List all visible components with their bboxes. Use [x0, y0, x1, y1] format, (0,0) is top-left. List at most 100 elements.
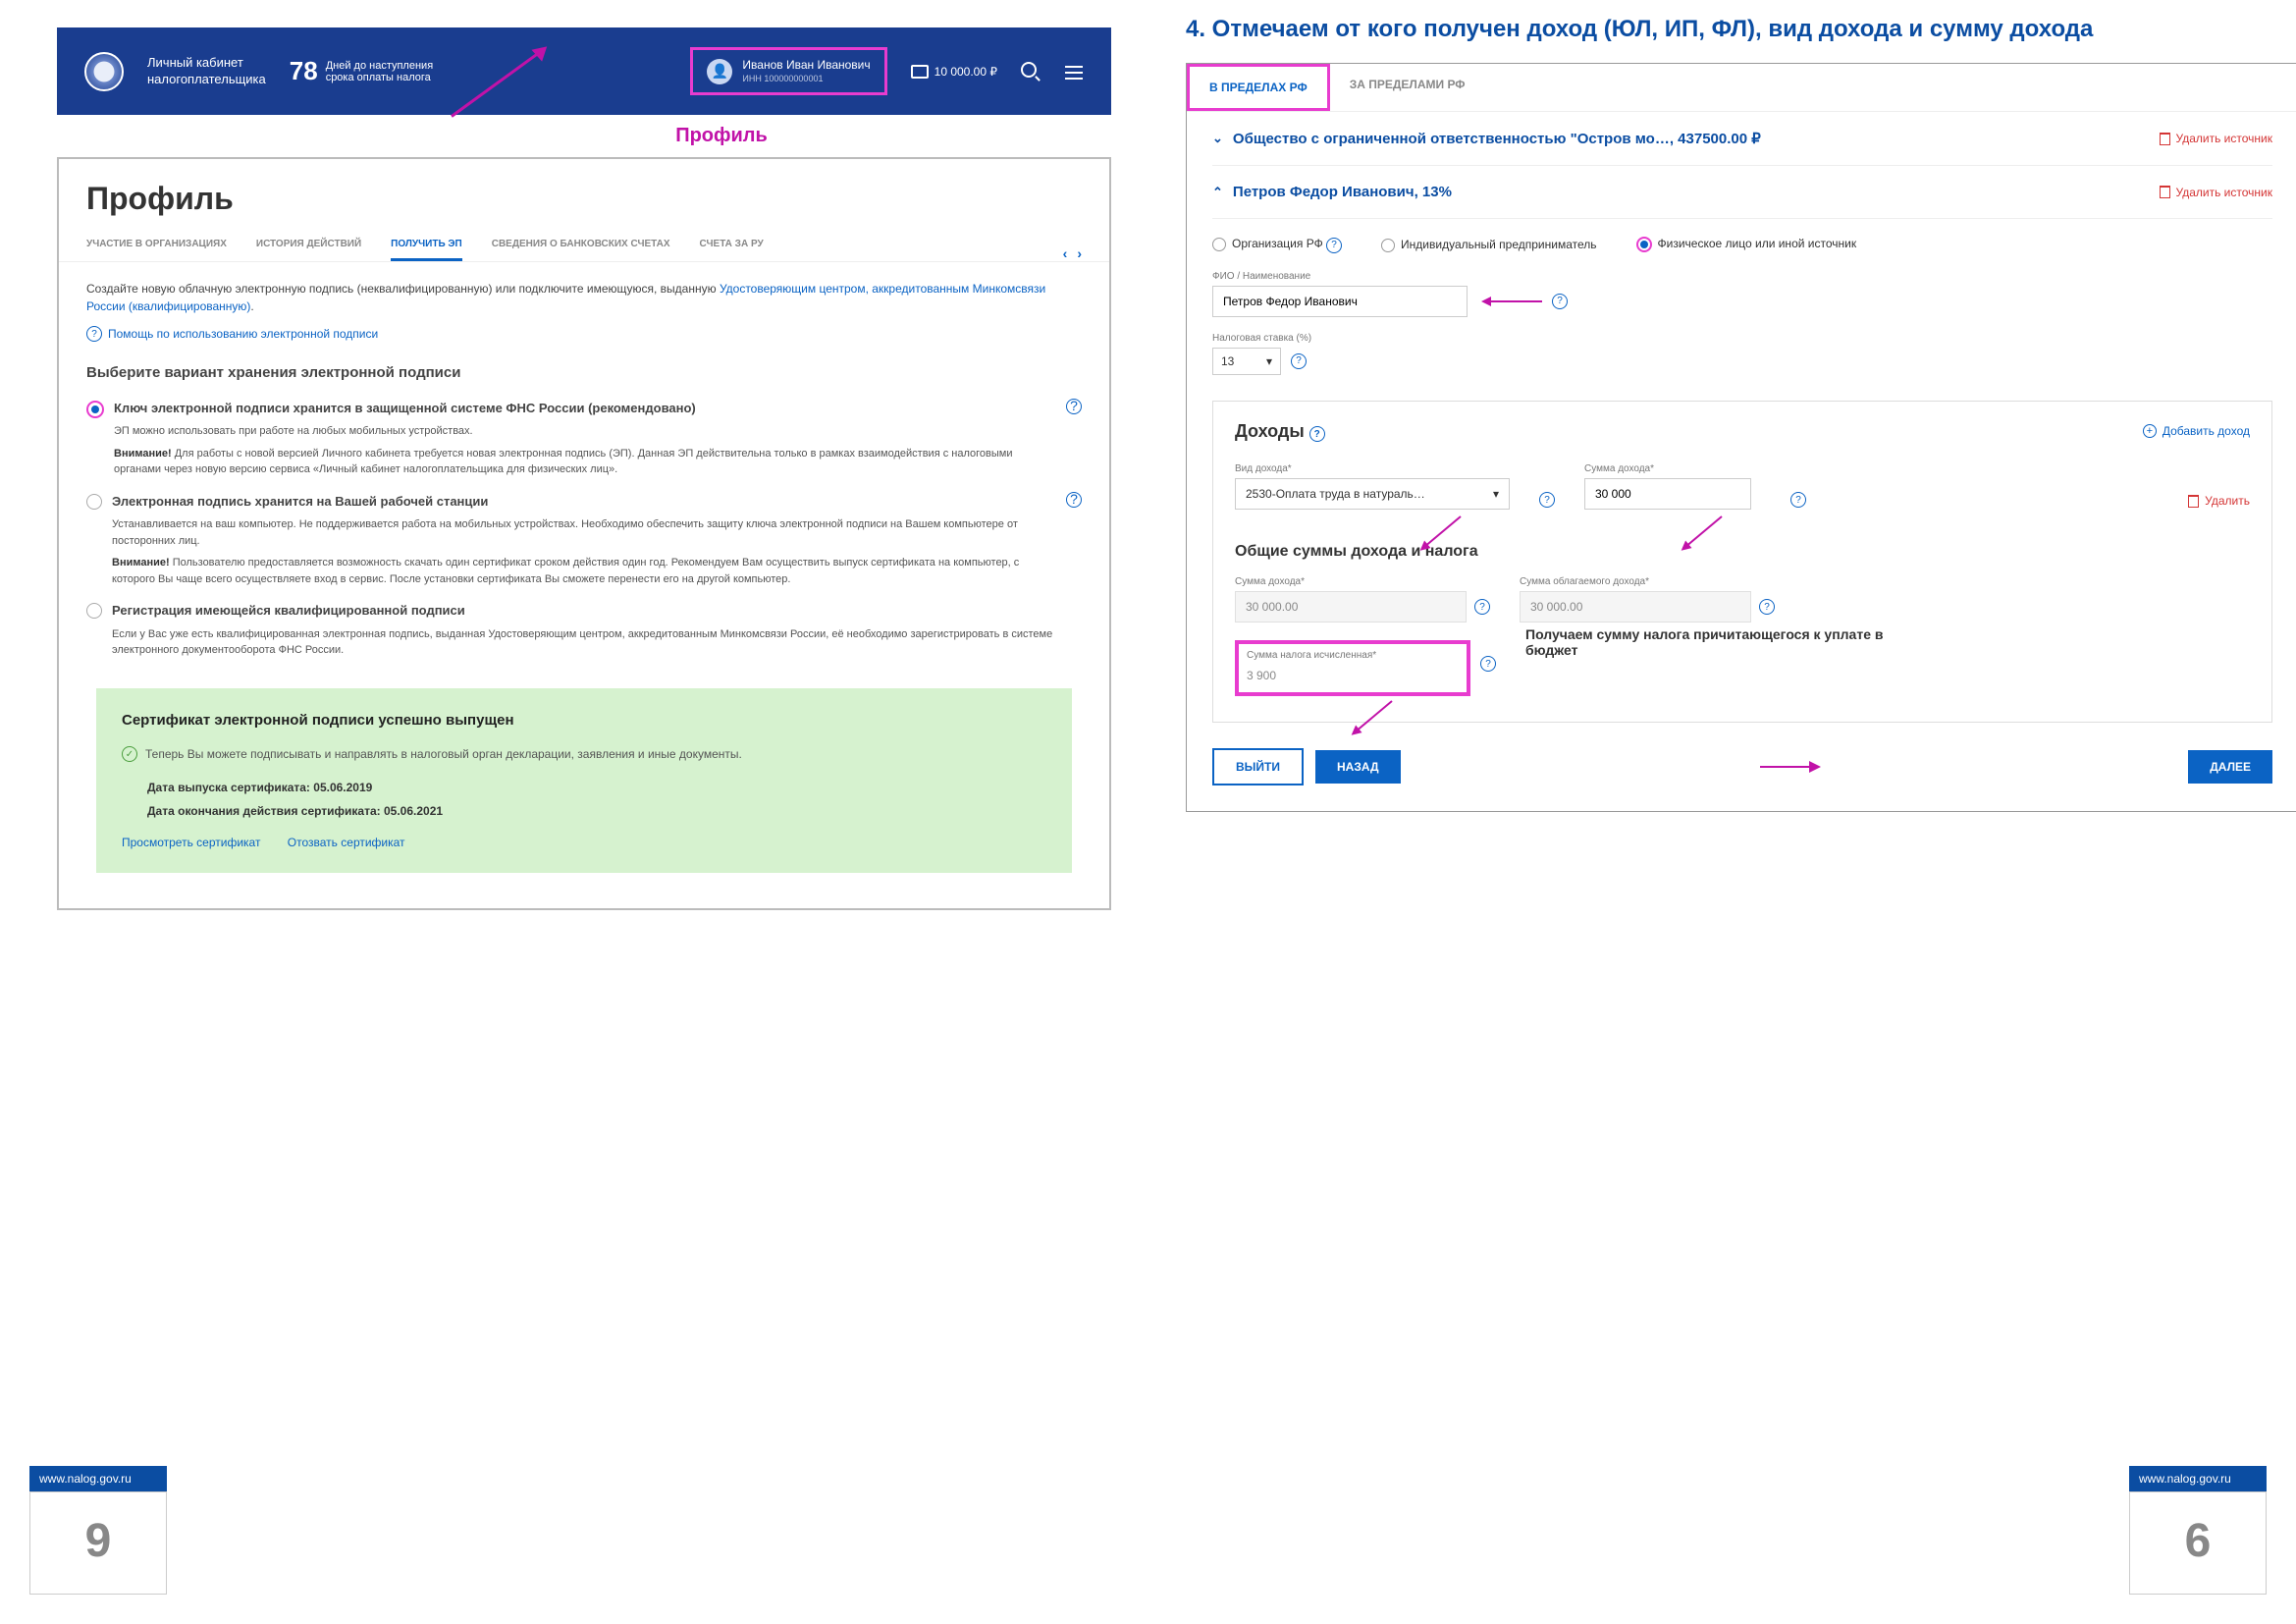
trash-icon [2188, 495, 2199, 508]
help-icon[interactable]: ? [1552, 294, 1568, 309]
user-profile-box[interactable]: 👤 Иванов Иван Иванович ИНН 100000000001 [690, 47, 886, 95]
tab-get-ep[interactable]: ПОЛУЧИТЬ ЭП [391, 231, 462, 261]
tab-history[interactable]: ИСТОРИЯ ДЕЙСТВИЙ [256, 231, 361, 261]
help-icon[interactable]: ? [1759, 599, 1775, 615]
help-icon: ? [86, 326, 102, 342]
total-income-value: 30 000.00 [1235, 591, 1467, 623]
delete-source-2[interactable]: Удалить источник [2160, 186, 2272, 199]
source-row-1[interactable]: ⌄Общество с ограниченной ответственность… [1212, 112, 2272, 166]
annotation-profile-label: Профиль [294, 125, 1148, 147]
source-row-2[interactable]: ⌃Петров Федор Иванович, 13% Удалить исто… [1212, 166, 2272, 219]
opt2-help-icon[interactable]: ? [1066, 492, 1082, 508]
help-icon[interactable]: ? [1309, 426, 1325, 442]
success-box: Сертификат электронной подписи успешно в… [96, 688, 1072, 874]
totals-heading: Общие суммы дохода и налога [1235, 543, 2250, 561]
rate-select[interactable]: 13▾ [1212, 348, 1281, 375]
plus-icon: + [2143, 424, 2157, 438]
page-number-left: 9 [29, 1491, 167, 1595]
footer-url: www.nalog.gov.ru [2129, 1466, 2267, 1491]
help-icon[interactable]: ? [1326, 238, 1342, 253]
opt1-warn: Внимание! Для работы с новой версией Лич… [114, 446, 1056, 478]
fns-logo-icon [84, 52, 124, 91]
income-sum-input[interactable] [1584, 478, 1751, 510]
opt1-title: Ключ электронной подписи хранится в защи… [114, 399, 1056, 418]
opt3-title: Регистрация имеющейся квалифицированной … [112, 601, 1082, 621]
help-icon[interactable]: ? [1291, 353, 1307, 369]
calc-annotation-note: Получаем сумму налога причитающегося к у… [1525, 626, 1898, 658]
view-cert-link[interactable]: Просмотреть сертификат [122, 836, 260, 849]
tabs-prev-icon[interactable]: ‹ [1063, 245, 1068, 261]
help-icon[interactable]: ? [1790, 492, 1806, 508]
opt2-warn: Внимание! Пользователю предоставляется в… [112, 555, 1056, 587]
tab-orgs[interactable]: УЧАСТИЕ В ОРГАНИЗАЦИЯХ [86, 231, 227, 261]
search-icon[interactable] [1021, 62, 1041, 81]
opt2-desc: Устанавливается на ваш компьютер. Не под… [112, 516, 1056, 549]
taxable-label: Сумма облагаемого дохода* [1520, 576, 1775, 587]
total-income-label: Сумма дохода* [1235, 576, 1490, 587]
radio-ip[interactable]: Индивидуальный предприниматель [1381, 238, 1596, 252]
success-title: Сертификат электронной подписи успешно в… [122, 710, 1046, 732]
annotation-arrow [1483, 300, 1542, 302]
menu-icon[interactable] [1064, 62, 1084, 81]
trash-icon [2160, 133, 2170, 145]
tab-accounts[interactable]: СЧЕТА ЗА РУ [700, 231, 764, 261]
radio-fns-storage[interactable] [86, 401, 104, 418]
user-inn: ИНН 100000000001 [742, 74, 870, 85]
exit-button[interactable]: ВЫЙТИ [1212, 748, 1304, 785]
radio-org-rf[interactable]: Организация РФ ? [1212, 237, 1342, 253]
income-heading: Доходы ? [1235, 421, 1325, 443]
delete-income-row[interactable]: Удалить [2188, 494, 2250, 508]
chevron-down-icon: ⌄ [1212, 131, 1223, 146]
radio-physical[interactable]: Физическое лицо или иной источник [1636, 237, 1857, 252]
success-info: Теперь Вы можете подписывать и направлят… [145, 745, 742, 763]
annotation-arrow [1760, 766, 1819, 768]
revoke-cert-link[interactable]: Отозвать сертификат [288, 836, 405, 849]
choose-storage-heading: Выберите вариант хранения электронной по… [86, 362, 1082, 385]
tax-calc-label: Сумма налога исчисленная* [1247, 650, 1459, 661]
wallet-balance[interactable]: 10 000.00 ₽ [911, 65, 997, 79]
help-link[interactable]: ? Помощь по использованию электронной по… [86, 325, 1082, 343]
help-icon[interactable]: ? [1474, 599, 1490, 615]
avatar-icon: 👤 [707, 59, 732, 84]
income-block: Доходы ? +Добавить доход Вид дохода* 253… [1212, 401, 2272, 724]
fio-input[interactable] [1212, 286, 1468, 317]
app-title: Личный кабинет налогоплательщика [147, 55, 266, 88]
tab-bank[interactable]: СВЕДЕНИЯ О БАНКОВСКИХ СЧЕТАХ [492, 231, 670, 261]
page-badge-left: www.nalog.gov.ru 9 [29, 1466, 167, 1595]
footer-url: www.nalog.gov.ru [29, 1466, 167, 1491]
delete-source-1[interactable]: Удалить источник [2160, 132, 2272, 145]
help-icon[interactable]: ? [1480, 656, 1496, 672]
opt1-help-icon[interactable]: ? [1066, 399, 1082, 414]
cert-issue-date: Дата выпуска сертификата: 05.06.2019 [147, 779, 1046, 796]
lk-header: Личный кабинет налогоплательщика 78 Дней… [57, 27, 1111, 115]
user-name: Иванов Иван Иванович [742, 58, 870, 74]
sum-label: Сумма дохода* [1584, 463, 1761, 474]
tab-within-rf[interactable]: В ПРЕДЕЛАХ РФ [1187, 64, 1330, 111]
tax-calculated-box: Сумма налога исчисленная* 3 900 [1235, 640, 1470, 696]
wallet-icon [911, 65, 929, 79]
radio-local-storage[interactable] [86, 494, 102, 510]
add-income-link[interactable]: +Добавить доход [2143, 424, 2250, 438]
page-badge-right: www.nalog.gov.ru 6 [2129, 1466, 2267, 1595]
opt1-desc: ЭП можно использовать при работе на любы… [114, 423, 1056, 440]
step4-heading: 4. Отмечаем от кого получен доход (ЮЛ, И… [1186, 16, 2296, 43]
rate-label: Налоговая ставка (%) [1212, 333, 2272, 344]
fio-label: ФИО / Наименование [1212, 271, 2272, 282]
page-number-right: 6 [2129, 1491, 2267, 1595]
profile-panel: Профиль УЧАСТИЕ В ОРГАНИЗАЦИЯХ ИСТОРИЯ Д… [57, 157, 1111, 910]
help-icon[interactable]: ? [1539, 492, 1555, 508]
kind-label: Вид дохода* [1235, 463, 1510, 474]
opt2-title: Электронная подпись хранится на Вашей ра… [112, 492, 1056, 512]
tab-outside-rf[interactable]: ЗА ПРЕДЕЛАМИ РФ [1330, 64, 1485, 111]
next-button[interactable]: ДАЛЕЕ [2188, 750, 2272, 784]
back-button[interactable]: НАЗАД [1315, 750, 1401, 784]
intro-text: Создайте новую облачную электронную подп… [86, 280, 1082, 315]
radio-existing-qual[interactable] [86, 603, 102, 619]
days-countdown: 78 Дней до наступления срока оплаты нало… [290, 56, 433, 86]
income-form-panel: В ПРЕДЕЛАХ РФ ЗА ПРЕДЕЛАМИ РФ ⌄Общество … [1186, 63, 2296, 812]
income-kind-select[interactable]: 2530-Оплата труда в натураль…▾ [1235, 478, 1510, 510]
check-icon: ✓ [122, 746, 137, 762]
tax-calc-value: 3 900 [1247, 665, 1459, 686]
tabs-next-icon[interactable]: › [1077, 245, 1082, 261]
profile-tabs: УЧАСТИЕ В ОРГАНИЗАЦИЯХ ИСТОРИЯ ДЕЙСТВИЙ … [59, 231, 1109, 262]
